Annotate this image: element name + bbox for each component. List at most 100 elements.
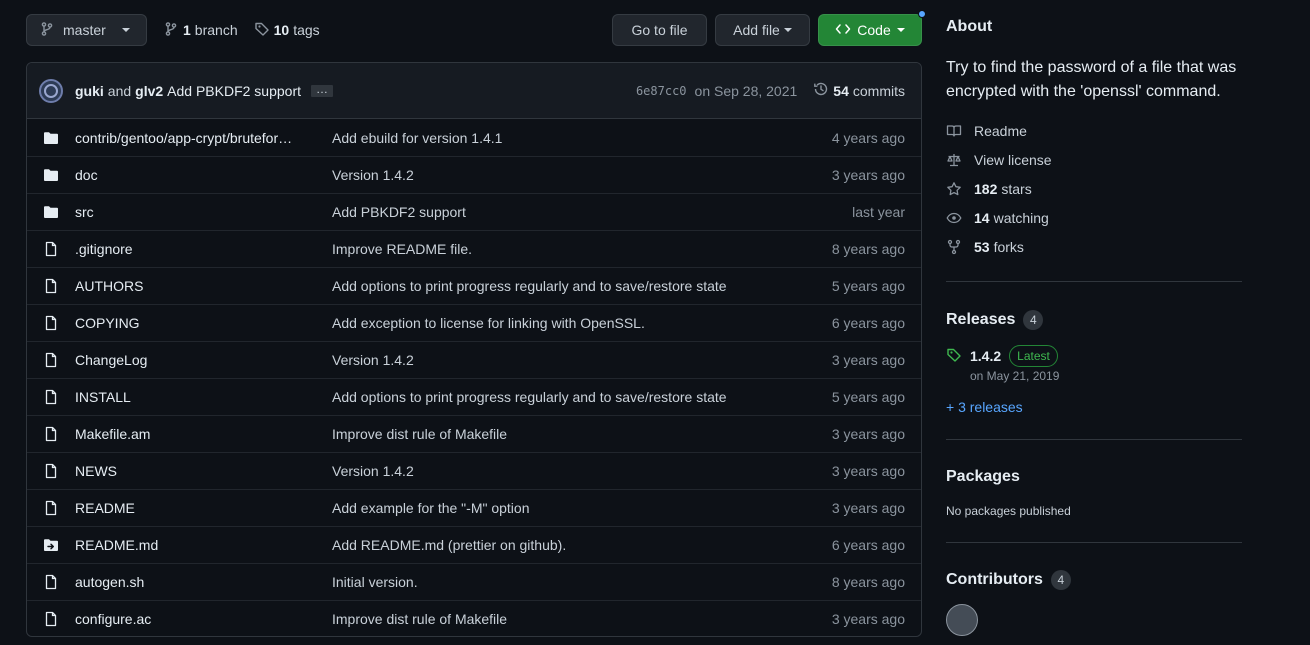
file-commit-age: 6 years ago [831,315,905,331]
file-name-link[interactable]: .gitignore [75,241,316,257]
file-commit-message-link[interactable]: Add README.md (prettier on github). [332,537,832,553]
sidebar-divider [946,439,1242,440]
commit-date: on Sep 28, 2021 [694,82,798,99]
file-name-link[interactable]: doc [75,167,316,183]
file-commit-age: 3 years ago [831,167,905,183]
file-name-link[interactable]: INSTALL [75,389,316,405]
file-name-link[interactable]: src [75,204,316,220]
commit-coauthor-link[interactable]: glv2 [135,83,163,99]
go-to-file-button[interactable]: Go to file [612,14,707,46]
expand-commit-button[interactable]: … [311,83,334,97]
file-commit-message-link[interactable]: Improve dist rule of Makefile [332,611,832,627]
file-commit-message-link[interactable]: Add exception to license for linking wit… [332,315,832,331]
file-name-link[interactable]: autogen.sh [75,574,316,590]
latest-badge: Latest [1009,345,1058,367]
tag-count: 10 [273,22,290,38]
table-row[interactable]: contrib/gentoo/app-crypt/brutefor… Add eb… [27,119,921,156]
file-commit-age: 6 years ago [831,537,905,553]
branch-select-button[interactable]: master [26,14,147,46]
watchers-link[interactable]: 14 watching [946,203,1242,232]
file-commit-message-link[interactable]: Improve README file. [332,241,832,257]
latest-release[interactable]: 1.4.2 Latest on May 21, 2019 [946,345,1242,383]
branch-name: master [63,22,106,38]
file-name-link[interactable]: AUTHORS [75,278,316,294]
file-name-link[interactable]: contrib/gentoo/app-crypt/brutefor… [75,130,316,146]
table-row[interactable]: AUTHORS Add options to print progress reg… [27,267,921,304]
file-name-link[interactable]: README.md [75,537,316,553]
add-file-button[interactable]: Add file [715,14,810,46]
folder-icon [43,204,59,220]
book-icon [946,123,962,139]
file-commit-message-link[interactable]: Add options to print progress regularly … [332,389,832,405]
commits-history-link[interactable]: 54 commits [813,81,905,100]
file-commit-age: 3 years ago [831,463,905,479]
more-releases-link[interactable]: + 3 releases [946,399,1242,415]
contributors-count-badge: 4 [1050,570,1071,590]
file-icon [43,278,59,294]
file-commit-message-link[interactable]: Add ebuild for version 1.4.1 [332,130,832,146]
file-commit-age: 3 years ago [831,352,905,368]
packages-heading[interactable]: Packages [946,468,1242,486]
repo-sidebar: About Try to find the password of a file… [946,14,1242,636]
tag-icon [946,347,962,363]
file-commit-message-link[interactable]: Add example for the "-M" option [332,500,832,516]
tags-link[interactable]: 10 tags [254,21,320,40]
avatar[interactable] [946,604,978,636]
file-name-link[interactable]: COPYING [75,315,316,331]
readme-label: Readme [974,122,1027,139]
latest-commit-bar: guki and glv2 Add PBKDF2 support … 6e87c… [27,63,921,119]
file-name-link[interactable]: NEWS [75,463,316,479]
folder-icon [43,130,59,146]
file-commit-message-link[interactable]: Version 1.4.2 [332,352,832,368]
file-icon [43,241,59,257]
release-date: on May 21, 2019 [970,369,1060,383]
forks-label: forks [993,238,1024,255]
chevron-down-icon [896,28,905,32]
forks-link[interactable]: 53 forks [946,232,1242,261]
file-name-link[interactable]: Makefile.am [75,426,316,442]
tag-icon [254,21,270,40]
table-row[interactable]: .gitignore Improve README file. 8 years ag… [27,230,921,267]
file-name-link[interactable]: ChangeLog [75,352,316,368]
contributors-heading[interactable]: Contributors 4 [946,570,1242,590]
file-icon [43,611,59,627]
file-name-link[interactable]: configure.ac [75,611,316,627]
file-commit-age: 5 years ago [831,389,905,405]
stars-link[interactable]: 182 stars [946,174,1242,203]
file-commit-message-link[interactable]: Version 1.4.2 [332,463,832,479]
file-icon [43,389,59,405]
commits-count: 54 [833,82,849,99]
file-commit-message-link[interactable]: Improve dist rule of Makefile [332,426,832,442]
packages-title: Packages [946,468,1020,485]
table-row[interactable]: configure.ac Improve dist rule of Makefil… [27,600,921,636]
table-row[interactable]: Makefile.am Improve dist rule of Makefile… [27,415,921,452]
table-row[interactable]: INSTALL Add options to print progress reg… [27,378,921,415]
branches-link[interactable]: 1 branch [163,21,238,40]
eye-icon [946,210,962,226]
commit-message-link[interactable]: Add PBKDF2 support [167,83,301,99]
table-row[interactable]: README.md Add README.md (prettier on gith… [27,526,921,563]
releases-heading[interactable]: Releases 4 [946,310,1242,330]
file-icon [43,500,59,516]
star-icon [946,181,962,197]
table-row[interactable]: src Add PBKDF2 support last year [27,193,921,230]
file-commit-message-link[interactable]: Add PBKDF2 support [332,204,852,220]
git-branch-icon [163,21,179,40]
readme-link[interactable]: Readme [946,116,1242,145]
file-commit-message-link[interactable]: Initial version. [332,574,832,590]
file-commit-message-link[interactable]: Add options to print progress regularly … [332,278,832,294]
table-row[interactable]: ChangeLog Version 1.4.2 3 years ago [27,341,921,378]
table-row[interactable]: README Add example for the "-M" option 3 y… [27,489,921,526]
license-link[interactable]: View license [946,145,1242,174]
table-row[interactable]: autogen.sh Initial version. 8 years ago [27,563,921,600]
table-row[interactable]: NEWS Version 1.4.2 3 years ago [27,452,921,489]
commit-author-link[interactable]: guki [75,83,104,99]
symlink-file-icon [43,537,59,553]
table-row[interactable]: doc Version 1.4.2 3 years ago [27,156,921,193]
avatar[interactable] [39,78,63,103]
commit-sha-link[interactable]: 6e87cc0 [636,84,687,98]
file-name-link[interactable]: README [75,500,316,516]
code-button[interactable]: Code [818,10,926,46]
table-row[interactable]: COPYING Add exception to license for link… [27,304,921,341]
file-commit-message-link[interactable]: Version 1.4.2 [332,167,832,183]
